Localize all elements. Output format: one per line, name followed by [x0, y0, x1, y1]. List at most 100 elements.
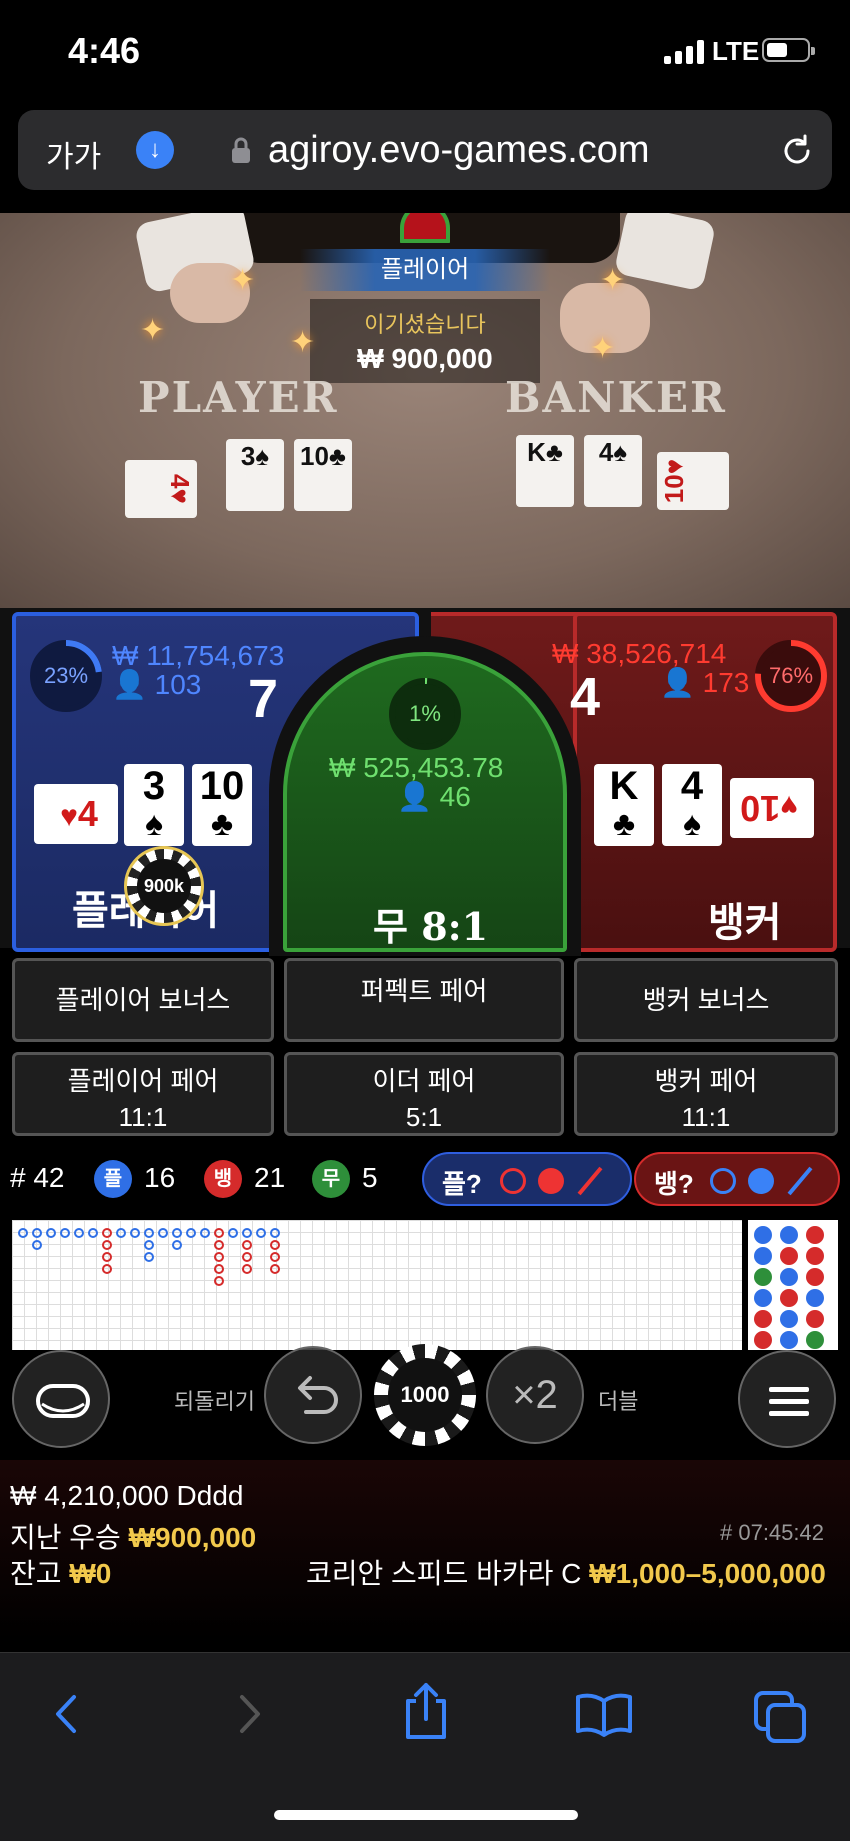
banker-ask-button[interactable]: 뱅?: [634, 1152, 840, 1206]
reader-text-size-button[interactable]: 가가: [46, 132, 101, 176]
roadmap-mark: [18, 1228, 28, 1238]
filled-circle-icon: [748, 1168, 774, 1194]
roadmap-mark: [130, 1228, 140, 1238]
roadmap-mark: [88, 1228, 98, 1238]
win-text: 이기셨습니다: [364, 312, 486, 337]
balance-line: ₩ 4,210,000 Dddd: [10, 1480, 244, 1511]
bead-mark: [754, 1289, 772, 1307]
banker-win-count: 21: [254, 1162, 286, 1193]
tie-area-label: 무 8:1: [373, 904, 489, 949]
roadmap-mark: [214, 1264, 224, 1274]
download-icon[interactable]: ↓: [136, 131, 174, 169]
player-info: ₩ 4,210,000 Dddd 지난 우승 ₩900,000 # 07:45:…: [0, 1460, 850, 1640]
bead-mark: [754, 1226, 772, 1244]
video-card: 10♣: [294, 439, 352, 511]
user-icon: 👤: [397, 781, 432, 812]
roadmap-mark: [270, 1264, 280, 1274]
slash-icon: [577, 1166, 603, 1196]
banker-bonus-button[interactable]: 뱅커 보너스: [574, 958, 838, 1042]
roadmap-mark: [32, 1228, 42, 1238]
win-notice: 이기셨습니다 ₩ 900,000: [310, 299, 540, 383]
roadmap-mark: [32, 1240, 42, 1250]
battery-icon: [762, 38, 815, 62]
betting-table: 23% ₩ 11,754,673 👤 103 7 ♥4 3♠ 10♣ 플레이어 …: [0, 608, 850, 956]
share-icon[interactable]: [398, 1681, 454, 1741]
user-icon: 👤: [660, 667, 695, 698]
bead-mark: [780, 1331, 798, 1349]
hamburger-icon: [769, 1387, 809, 1416]
roadmap-mark: [214, 1228, 224, 1238]
bead-mark: [754, 1331, 772, 1349]
sparkle-icon: ✦: [140, 314, 166, 347]
last-win: 지난 우승 ₩900,000: [10, 1522, 257, 1553]
placed-chip[interactable]: 900k: [124, 846, 204, 926]
player-win-icon: 플: [94, 1160, 132, 1198]
player-card-1: ♥4: [34, 784, 118, 844]
video-card: 4♥: [125, 460, 197, 518]
hollow-circle-icon: [500, 1168, 526, 1194]
table-player-label: PLAYER: [138, 373, 339, 422]
signal-icon: [664, 38, 704, 64]
sparkle-icon: ✦: [230, 264, 256, 297]
tie-win-count: 5: [362, 1162, 378, 1193]
lobby-button[interactable]: [12, 1350, 110, 1448]
scoreboard-roadmap[interactable]: [12, 1220, 742, 1356]
status-time: 4:46: [68, 30, 141, 71]
slash-icon: [787, 1166, 813, 1196]
live-video: 플레이어 이기셨습니다 ₩ 900,000 ✦ ✦ ✦ ✦ ✦ PLAYER B…: [0, 213, 850, 613]
reload-icon[interactable]: [778, 132, 816, 170]
banker-pair-button[interactable]: 뱅커 페어 11:1: [574, 1052, 838, 1136]
table-banker-label: BANKER: [505, 373, 727, 422]
roadmap-mark: [102, 1252, 112, 1262]
roadmap-mark: [256, 1228, 266, 1238]
undo-button[interactable]: [264, 1346, 362, 1444]
player-card-2: 3 ♠: [124, 764, 184, 846]
roadmap-mark: [214, 1276, 224, 1286]
roadmap-mark: [172, 1228, 182, 1238]
video-card: 4♠: [584, 435, 642, 507]
video-card: K♣: [516, 435, 574, 507]
menu-button[interactable]: [738, 1350, 836, 1448]
perfect-pair-button[interactable]: 퍼펙트 페어: [284, 958, 564, 1042]
banker-card-1: K ♣: [594, 764, 654, 846]
roadmap-mark: [242, 1264, 252, 1274]
player-percentage-ring: 23%: [28, 638, 104, 714]
bead-mark: [780, 1289, 798, 1307]
player-bonus-button[interactable]: 플레이어 보너스: [12, 958, 274, 1042]
player-pair-button[interactable]: 플레이어 페어 11:1: [12, 1052, 274, 1136]
bead-mark: [780, 1268, 798, 1286]
roadmap-mark: [242, 1228, 252, 1238]
back-icon[interactable]: [42, 1689, 92, 1739]
roadmap-mark: [116, 1228, 126, 1238]
url-text[interactable]: agiroy.evo-games.com: [268, 129, 650, 172]
banker-percentage: 76%: [768, 663, 814, 688]
home-indicator: [274, 1810, 578, 1820]
sparkle-icon: ✦: [590, 332, 616, 365]
roadmap-mark: [144, 1228, 154, 1238]
double-button[interactable]: ×2: [486, 1346, 584, 1444]
bead-mark: [806, 1226, 824, 1244]
tie-win-icon: 무: [312, 1160, 350, 1198]
player-ask-button[interactable]: 플?: [422, 1152, 632, 1206]
undo-label: 되돌리기: [174, 1389, 255, 1414]
tabs-icon[interactable]: [752, 1689, 808, 1745]
address-bar[interactable]: 가가 ↓ agiroy.evo-games.com: [18, 110, 832, 190]
bead-mark: [806, 1310, 824, 1328]
either-pair-button[interactable]: 이더 페어 5:1: [284, 1052, 564, 1136]
bead-mark: [806, 1268, 824, 1286]
banker-bettor-count: 👤 173: [660, 667, 750, 698]
roadmap-mark: [74, 1228, 84, 1238]
banker-area-label: 뱅커: [708, 901, 782, 945]
tie-percentage-ring: 1%: [387, 676, 463, 752]
result-banner: 플레이어: [300, 249, 550, 291]
round-number: # 42: [10, 1162, 65, 1193]
filled-circle-icon: [538, 1168, 564, 1194]
bookmarks-icon[interactable]: [574, 1689, 634, 1739]
forward-icon[interactable]: [224, 1689, 274, 1739]
roadmap-mark: [102, 1228, 112, 1238]
tie-bet-area[interactable]: 1% ₩ 525,453.78 👤 46 무 8:1: [283, 652, 567, 952]
chip-selector[interactable]: 1000: [374, 1344, 476, 1446]
bead-road[interactable]: [748, 1220, 838, 1356]
bead-mark: [780, 1310, 798, 1328]
roadmap-mark: [172, 1240, 182, 1250]
